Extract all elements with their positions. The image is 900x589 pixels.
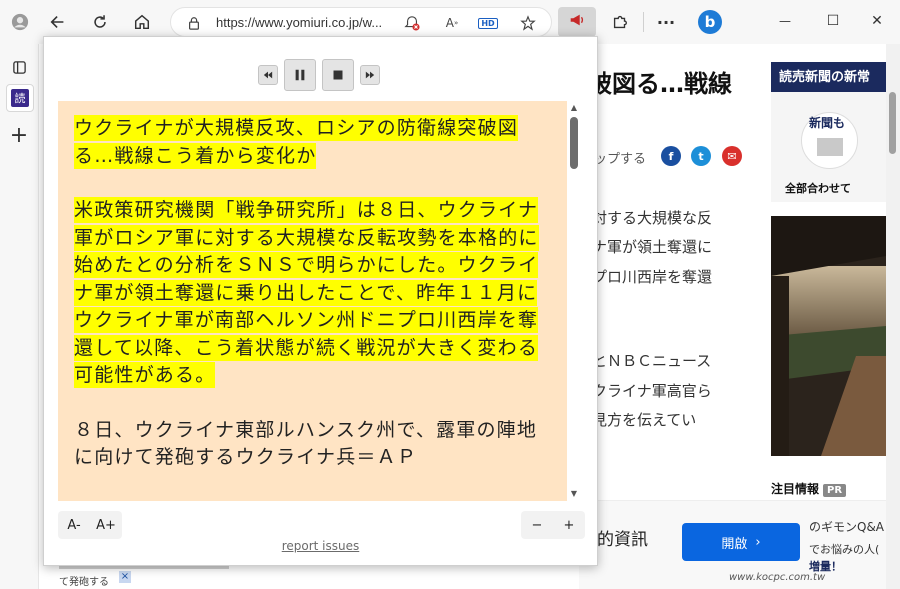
more-menu-icon[interactable]: ··· [652, 8, 680, 36]
notice-label: 注目情報 [771, 482, 820, 496]
side-ad-line: でお悩みの人( [809, 543, 880, 556]
open-button[interactable]: 開啟 › [682, 523, 800, 561]
pr-badge: PR [823, 484, 847, 497]
side-ad-line: のギモンQ&A [809, 520, 885, 534]
article-line: とＮＢＣニュース [592, 352, 712, 370]
article-line: ナ軍が領土奪還に [592, 238, 713, 256]
report-issues-link[interactable]: report issues [44, 539, 597, 553]
tracking-blocked-icon[interactable] [403, 14, 421, 32]
home-icon[interactable] [128, 8, 156, 36]
chevron-right-icon: › [755, 534, 761, 550]
article-line: クライナ軍高官ら [592, 382, 712, 400]
notice-heading: 注目情報 PR [771, 480, 847, 497]
font-increase-button[interactable]: A+ [90, 518, 122, 533]
bing-logo: b [698, 10, 722, 34]
tab-actions-icon[interactable] [6, 54, 32, 80]
rate-increase-button[interactable]: + [553, 518, 585, 533]
url-text[interactable]: https://www.yomiuri.co.jp/w... [216, 15, 382, 30]
close-button[interactable]: ✕ [862, 8, 892, 34]
article-line: 対する大規模な反 [592, 209, 713, 227]
highlighted-title: ウクライナが大規模反攻、ロシアの防衛線突破図る…戦線こう着から変化か [74, 115, 519, 169]
stop-button[interactable] [322, 59, 354, 91]
minimize-button[interactable]: — [770, 8, 800, 34]
close-ad-icon[interactable]: × [119, 571, 131, 583]
highlighted-paragraph: 米政策研究機関「戦争研究所」は８日、ウクライナ軍がロシア軍に対する大規模な反転攻… [74, 197, 539, 388]
toolbar-divider [643, 12, 644, 32]
bing-copilot-icon[interactable]: b [696, 8, 724, 36]
sidebar-item-yomiuri[interactable]: 読 [6, 84, 34, 112]
hd-badge: HD [478, 17, 498, 29]
ad-sub-text: 新聞も [809, 116, 846, 130]
ad-caption: 全部合わせて [785, 182, 851, 195]
watermark: www.kocpc.com.tw [729, 572, 826, 583]
font-size-controls: A- A+ [58, 511, 122, 539]
article-line: 見方を伝えてい [592, 411, 697, 429]
rate-controls: − + [521, 511, 585, 539]
font-decrease-button[interactable]: A- [58, 518, 90, 533]
bottom-ad-text: 的資訊 [597, 530, 648, 550]
favorite-star-icon[interactable] [519, 14, 537, 32]
edge-sidebar: 読 + [0, 44, 39, 589]
scroll-up-arrow-icon[interactable]: ▲ [569, 103, 579, 113]
read-aloud-popup: ウクライナが大規模反攻、ロシアの防衛線突破図る…戦線こう着から変化か 米政策研究… [43, 36, 598, 566]
forward-button[interactable] [360, 65, 380, 85]
text-scrollbar[interactable]: ▲ ▼ [567, 101, 581, 501]
rewind-icon [263, 71, 273, 79]
open-button-label: 開啟 [721, 536, 748, 552]
pause-icon [295, 69, 305, 81]
extensions-puzzle-icon[interactable] [606, 8, 634, 36]
rate-decrease-button[interactable]: − [521, 518, 553, 533]
text-scroll-thumb[interactable] [570, 117, 578, 169]
caption-text: て発砲する [59, 577, 109, 588]
share-text: ップする [594, 152, 647, 167]
page-scrollbar[interactable] [886, 44, 900, 589]
ad-title: 読売新聞の新常 [779, 70, 871, 85]
hd-icon[interactable]: HD [478, 14, 498, 32]
add-tab-plus-icon[interactable]: + [6, 122, 32, 148]
newspaper-icon [817, 138, 843, 156]
lock-icon[interactable] [185, 14, 203, 32]
maximize-button[interactable]: ☐ [818, 8, 848, 34]
scroll-down-arrow-icon[interactable]: ▼ [569, 489, 579, 499]
paragraph: ８日、ウクライナ東部ルハンスク州で、露軍の陣地に向けて発砲するウクライナ兵＝ＡＰ [74, 418, 538, 469]
stop-icon [333, 70, 343, 80]
page-scroll-thumb[interactable] [889, 92, 896, 154]
read-aloud-a-icon[interactable]: A» [443, 14, 461, 32]
refresh-icon[interactable] [86, 8, 114, 36]
address-bar[interactable]: https://www.yomiuri.co.jp/w... A» HD [170, 7, 552, 37]
article-headline: 破図る…戦線 [588, 70, 732, 98]
twitter-icon[interactable]: t [691, 146, 711, 166]
playback-controls [258, 59, 380, 91]
yomiuri-tab-icon: 読 [11, 89, 29, 107]
article-photo[interactable] [771, 216, 886, 456]
back-arrow-icon[interactable] [44, 8, 72, 36]
forward-icon [365, 71, 375, 79]
mail-icon[interactable]: ✉ [722, 146, 742, 166]
rewind-button[interactable] [258, 65, 278, 85]
pause-button[interactable] [284, 59, 316, 91]
facebook-icon[interactable]: f [661, 146, 681, 166]
reading-text: ウクライナが大規模反攻、ロシアの防衛線突破図る…戦線こう着から変化か 米政策研究… [74, 115, 544, 499]
profile-avatar-icon[interactable] [6, 8, 34, 36]
article-line: プロ川西岸を奪還 [592, 268, 713, 286]
reading-text-area[interactable]: ウクライナが大規模反攻、ロシアの防衛線突破図る…戦線こう着から変化か 米政策研究… [58, 101, 581, 501]
read-aloud-extension-button[interactable] [558, 7, 596, 37]
megaphone-icon [568, 11, 586, 33]
